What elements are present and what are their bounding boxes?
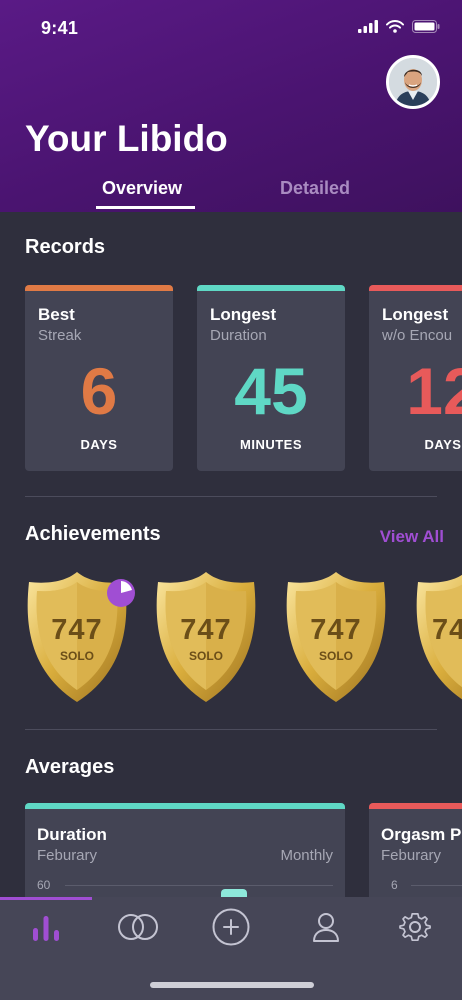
record-card-longest-without[interactable]: Longest w/o Encou 12 DAYS [369, 285, 462, 471]
tab-overview[interactable]: Overview [102, 178, 182, 199]
achievement-badge[interactable]: 747 SOLO [282, 570, 390, 704]
achievement-badge[interactable]: 747 SOLO [152, 570, 260, 704]
nav-add[interactable] [185, 908, 277, 946]
nav-settings[interactable] [369, 909, 461, 945]
settings-icon [399, 913, 431, 942]
tab-detailed[interactable]: Detailed [280, 178, 350, 199]
tab-bar: Overview Detailed [0, 178, 462, 212]
rings-icon [118, 914, 158, 940]
card-value: 12 [406, 354, 462, 428]
period-selector[interactable]: Monthly [280, 847, 333, 864]
card-unit: MINUTES [240, 437, 302, 452]
card-title: Best [38, 305, 75, 324]
badge-number: 74 [432, 614, 462, 646]
section-divider [25, 729, 437, 730]
active-nav-indicator [0, 897, 92, 900]
add-icon [212, 908, 250, 946]
nav-stats[interactable] [0, 909, 92, 945]
card-subtitle: Feburary [37, 847, 98, 864]
card-accent-bar [369, 285, 462, 291]
card-title: Orgasm P [381, 825, 462, 844]
page-title: Your Libido [25, 118, 228, 159]
user-avatar-icon [389, 58, 437, 106]
grid-line [65, 885, 333, 886]
section-divider [25, 496, 437, 497]
header: 9:41 Your Libido Overview Detailed [0, 0, 462, 212]
card-subtitle: Feburary [381, 847, 442, 864]
card-accent-bar [25, 285, 173, 291]
card-title: Longest [382, 305, 449, 324]
y-axis-tick: 6 [391, 878, 398, 892]
badge-label: SOLO [188, 649, 223, 663]
card-accent-bar [25, 803, 345, 809]
badge-number: 747 [310, 614, 362, 646]
badge-number: 747 [180, 614, 232, 646]
progress-pie-icon [107, 579, 135, 607]
cellular-signal-icon [358, 20, 378, 33]
avatar[interactable] [386, 55, 440, 109]
achievements-title: Achievements [25, 523, 161, 545]
y-axis-tick: 60 [37, 878, 51, 892]
nav-relationships[interactable] [92, 909, 184, 945]
records-title: Records [25, 236, 106, 258]
card-subtitle: w/o Encou [382, 327, 453, 344]
view-all-link[interactable]: View All [380, 527, 444, 547]
grid-line [411, 885, 462, 886]
status-icons [358, 20, 440, 33]
home-indicator[interactable] [150, 982, 314, 988]
badge-label: SOLO [318, 649, 353, 663]
averages-title: Averages [25, 756, 115, 778]
record-card-best-streak[interactable]: Best Streak 6 DAYS [25, 285, 173, 471]
badge-number: 747 [51, 614, 103, 646]
card-unit: DAYS [424, 437, 462, 452]
active-tab-indicator [96, 206, 195, 209]
card-value: 45 [234, 354, 308, 428]
card-subtitle: Duration [210, 327, 267, 344]
wifi-icon [386, 20, 404, 33]
card-unit: DAYS [80, 437, 118, 452]
card-value: 6 [80, 354, 118, 428]
card-accent-bar [197, 285, 345, 291]
card-title: Longest [210, 305, 277, 324]
nav-profile[interactable] [280, 909, 372, 945]
profile-icon [313, 913, 339, 942]
battery-icon [412, 20, 440, 33]
card-subtitle: Streak [38, 327, 82, 344]
card-title: Duration [37, 825, 107, 844]
status-time: 9:41 [41, 18, 79, 38]
record-card-longest-duration[interactable]: Longest Duration 45 MINUTES [197, 285, 345, 471]
status-bar: 9:41 [0, 14, 462, 44]
stats-icon [33, 916, 59, 941]
achievement-badge[interactable]: 74 [412, 570, 462, 704]
card-accent-bar [369, 803, 462, 809]
badge-label: SOLO [59, 649, 94, 663]
